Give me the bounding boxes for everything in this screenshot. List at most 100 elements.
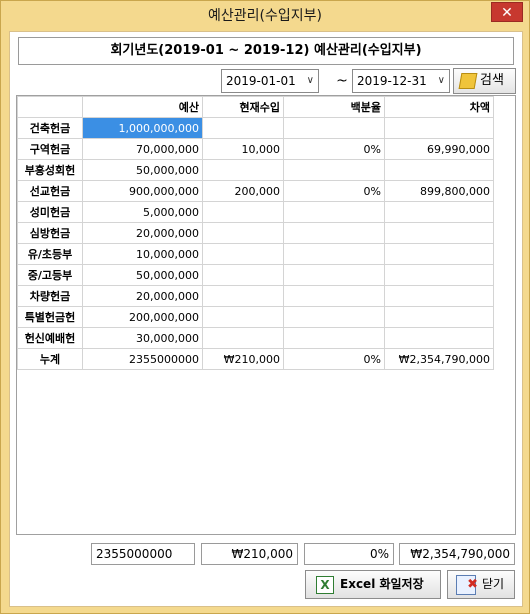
cell-budget[interactable]: 30,000,000 [82, 327, 203, 349]
income-total-field[interactable]: ₩210,000 [201, 543, 298, 565]
end-date-picker[interactable]: 2019-12-31 ∨ [352, 69, 450, 93]
budget-table: 예산 현재수입 백분율 차액 건축헌금 1,000,000,000 구역헌금 70,000,0… [17, 96, 494, 370]
table-row[interactable]: 헌신예배헌 30,000,000 [17, 327, 494, 349]
budget-total-field[interactable]: 2355000000 [91, 543, 195, 565]
cell-income[interactable]: 10,000 [202, 138, 284, 160]
cell-budget[interactable]: 1,000,000,000 [82, 117, 203, 139]
table-row[interactable]: 선교헌금 900,000,000 200,000 0% 899,800,000 [17, 180, 494, 202]
table-row[interactable]: 차량헌금 20,000,000 [17, 285, 494, 307]
cell-diff[interactable] [384, 222, 494, 244]
cell-income[interactable] [202, 264, 284, 286]
cell-income[interactable] [202, 201, 284, 223]
cell-percent[interactable] [283, 306, 385, 328]
window-close-button[interactable]: ✕ [491, 2, 523, 22]
diff-total-field[interactable]: ₩2,354,790,000 [399, 543, 515, 565]
chevron-down-icon: ∨ [437, 75, 445, 86]
cell-budget[interactable]: 2355000000 [82, 348, 203, 370]
column-header[interactable]: 예산 [82, 96, 203, 118]
search-icon [458, 73, 478, 89]
cell-diff[interactable] [384, 285, 494, 307]
row-label: 선교헌금 [17, 180, 83, 202]
row-label: 헌신예배헌 [17, 327, 83, 349]
cell-budget[interactable]: 50,000,000 [82, 264, 203, 286]
cell-income[interactable] [202, 243, 284, 265]
column-header[interactable]: 현재수입 [202, 96, 284, 118]
row-label: 심방헌금 [17, 222, 83, 244]
cell-budget[interactable]: 900,000,000 [82, 180, 203, 202]
table-row[interactable]: 성미헌금 5,000,000 [17, 201, 494, 223]
cell-budget[interactable]: 20,000,000 [82, 222, 203, 244]
cell-income[interactable] [202, 159, 284, 181]
cell-budget[interactable]: 10,000,000 [82, 243, 203, 265]
row-label: 차량헌금 [17, 285, 83, 307]
date-range-separator: ~ [336, 73, 348, 89]
search-button-label: 검색 [480, 73, 504, 88]
column-header[interactable]: 차액 [384, 96, 494, 118]
cell-percent[interactable] [283, 222, 385, 244]
start-date-value: 2019-01-01 [226, 74, 296, 88]
search-button[interactable]: 검색 [453, 68, 516, 94]
cell-income[interactable]: 200,000 [202, 180, 284, 202]
table-row[interactable]: 구역헌금 70,000,000 10,000 0% 69,990,000 [17, 138, 494, 160]
excel-icon: X [316, 576, 334, 594]
cell-income[interactable] [202, 222, 284, 244]
report-heading: 회기년도(2019-01 ~ 2019-12) 예산관리(수입지부) [18, 37, 514, 65]
table-row[interactable]: 심방헌금 20,000,000 [17, 222, 494, 244]
table-row[interactable]: 부흥성회헌 50,000,000 [17, 159, 494, 181]
cell-income[interactable] [202, 285, 284, 307]
cell-budget[interactable]: 200,000,000 [82, 306, 203, 328]
cell-diff[interactable]: 899,800,000 [384, 180, 494, 202]
cell-income[interactable] [202, 327, 284, 349]
cell-budget[interactable]: 70,000,000 [82, 138, 203, 160]
row-label: 건축헌금 [17, 117, 83, 139]
cell-percent[interactable] [283, 327, 385, 349]
cell-percent[interactable]: 0% [283, 348, 385, 370]
column-header[interactable] [17, 96, 83, 118]
cell-percent[interactable]: 0% [283, 138, 385, 160]
cell-percent[interactable] [283, 159, 385, 181]
end-date-value: 2019-12-31 [357, 74, 427, 88]
row-label: 부흥성회헌 [17, 159, 83, 181]
row-label: 누계 [17, 348, 83, 370]
cell-income[interactable] [202, 117, 284, 139]
cell-diff[interactable] [384, 264, 494, 286]
client-area: 회기년도(2019-01 ~ 2019-12) 예산관리(수입지부) 2019-… [9, 31, 523, 607]
cell-percent[interactable] [283, 117, 385, 139]
grid-header-row: 예산 현재수입 백분율 차액 [17, 96, 494, 118]
chevron-down-icon: ∨ [306, 75, 314, 86]
cell-percent[interactable] [283, 201, 385, 223]
cell-income[interactable] [202, 306, 284, 328]
cell-income[interactable]: ₩210,000 [202, 348, 284, 370]
excel-save-button[interactable]: X Excel 화일저장 [305, 570, 441, 599]
cell-percent[interactable] [283, 264, 385, 286]
cell-diff[interactable] [384, 159, 494, 181]
cell-percent[interactable] [283, 243, 385, 265]
cell-budget[interactable]: 50,000,000 [82, 159, 203, 181]
cell-budget[interactable]: 5,000,000 [82, 201, 203, 223]
percent-total-field[interactable]: 0% [304, 543, 394, 565]
table-row[interactable]: 특별헌금헌 200,000,000 [17, 306, 494, 328]
column-header[interactable]: 백분율 [283, 96, 385, 118]
row-label: 중/고등부 [17, 264, 83, 286]
cell-diff[interactable] [384, 243, 494, 265]
cell-budget[interactable]: 20,000,000 [82, 285, 203, 307]
table-row[interactable]: 건축헌금 1,000,000,000 [17, 117, 494, 139]
close-button[interactable]: ✖ 닫기 [447, 570, 515, 599]
table-row[interactable]: 유/초등부 10,000,000 [17, 243, 494, 265]
table-row[interactable]: 중/고등부 50,000,000 [17, 264, 494, 286]
budget-grid[interactable]: 예산 현재수입 백분율 차액 건축헌금 1,000,000,000 구역헌금 70,000,0… [16, 95, 516, 535]
table-row[interactable]: 누계 2355000000 ₩210,000 0% ₩2,354,790,000 [17, 348, 494, 370]
cell-percent[interactable]: 0% [283, 180, 385, 202]
cell-percent[interactable] [283, 285, 385, 307]
cell-diff[interactable] [384, 327, 494, 349]
window-title: 예산관리(수입지부) [208, 8, 322, 24]
cell-diff[interactable] [384, 306, 494, 328]
cell-diff[interactable]: ₩2,354,790,000 [384, 348, 494, 370]
cell-diff[interactable]: 69,990,000 [384, 138, 494, 160]
row-label: 특별헌금헌 [17, 306, 83, 328]
start-date-picker[interactable]: 2019-01-01 ∨ [221, 69, 319, 93]
row-label: 구역헌금 [17, 138, 83, 160]
cell-diff[interactable] [384, 117, 494, 139]
excel-save-label: Excel 화일저장 [340, 577, 424, 591]
cell-diff[interactable] [384, 201, 494, 223]
